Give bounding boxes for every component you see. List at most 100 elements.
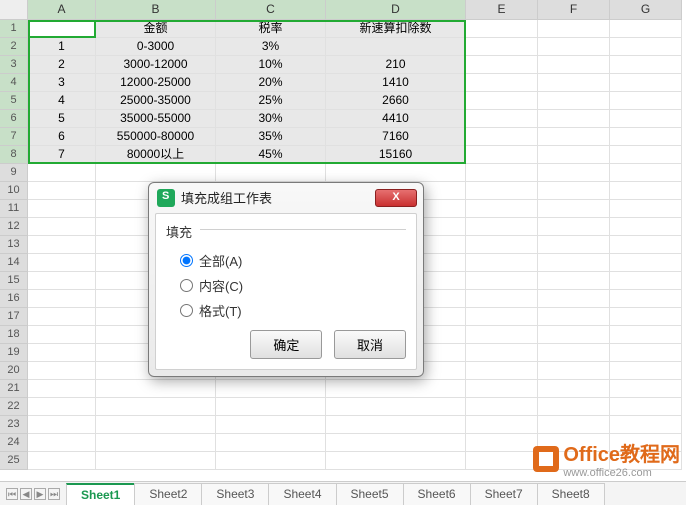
- row-header[interactable]: 2: [0, 38, 28, 56]
- row-header[interactable]: 18: [0, 326, 28, 344]
- cell[interactable]: 20%: [216, 74, 326, 92]
- cancel-button[interactable]: 取消: [334, 330, 406, 359]
- cell[interactable]: 25%: [216, 92, 326, 110]
- cell[interactable]: [466, 182, 538, 200]
- cell[interactable]: 金额: [96, 20, 216, 38]
- radio-input[interactable]: [180, 304, 193, 317]
- row-header[interactable]: 3: [0, 56, 28, 74]
- cell[interactable]: [216, 398, 326, 416]
- cell[interactable]: [610, 128, 682, 146]
- cell[interactable]: [326, 452, 466, 470]
- cell[interactable]: [538, 128, 610, 146]
- cell[interactable]: 35000-55000: [96, 110, 216, 128]
- cell[interactable]: [538, 416, 610, 434]
- cell[interactable]: [466, 254, 538, 272]
- cell[interactable]: [466, 236, 538, 254]
- cell[interactable]: [28, 182, 96, 200]
- tab-nav-button[interactable]: ▶: [34, 488, 46, 500]
- cell[interactable]: [326, 416, 466, 434]
- radio-input[interactable]: [180, 254, 193, 267]
- column-header-b[interactable]: B: [96, 0, 216, 20]
- cell[interactable]: [610, 398, 682, 416]
- cell[interactable]: [466, 398, 538, 416]
- row-header[interactable]: 1: [0, 20, 28, 38]
- cell[interactable]: 7: [28, 146, 96, 164]
- cell[interactable]: [28, 164, 96, 182]
- cell[interactable]: 6: [28, 128, 96, 146]
- cell[interactable]: 税率: [216, 20, 326, 38]
- ok-button[interactable]: 确定: [250, 330, 322, 359]
- cell[interactable]: [538, 56, 610, 74]
- cell[interactable]: [610, 254, 682, 272]
- cell[interactable]: [538, 164, 610, 182]
- cell[interactable]: [466, 326, 538, 344]
- row-header[interactable]: 17: [0, 308, 28, 326]
- cell[interactable]: [466, 416, 538, 434]
- cell[interactable]: [466, 434, 538, 452]
- cell[interactable]: [216, 164, 326, 182]
- cell[interactable]: [610, 146, 682, 164]
- cell[interactable]: 550000-80000: [96, 128, 216, 146]
- cell[interactable]: 10%: [216, 56, 326, 74]
- cell[interactable]: [28, 272, 96, 290]
- cell[interactable]: [28, 416, 96, 434]
- row-header[interactable]: 22: [0, 398, 28, 416]
- row-header[interactable]: 19: [0, 344, 28, 362]
- row-header[interactable]: 6: [0, 110, 28, 128]
- cell[interactable]: [538, 362, 610, 380]
- column-header-c[interactable]: C: [216, 0, 326, 20]
- cell[interactable]: [538, 308, 610, 326]
- sheet-tab[interactable]: Sheet8: [537, 483, 605, 505]
- cell[interactable]: [28, 308, 96, 326]
- cell[interactable]: [28, 236, 96, 254]
- cell[interactable]: [28, 218, 96, 236]
- cell[interactable]: [466, 56, 538, 74]
- cell[interactable]: [466, 272, 538, 290]
- cell[interactable]: [610, 236, 682, 254]
- cell[interactable]: [466, 92, 538, 110]
- cell[interactable]: [610, 56, 682, 74]
- cell[interactable]: [538, 92, 610, 110]
- row-header[interactable]: 23: [0, 416, 28, 434]
- radio-option[interactable]: 内容(C): [180, 276, 406, 295]
- cell[interactable]: [610, 200, 682, 218]
- cell[interactable]: [610, 38, 682, 56]
- cell[interactable]: [28, 290, 96, 308]
- cell[interactable]: [610, 92, 682, 110]
- cell[interactable]: [326, 38, 466, 56]
- sheet-tab[interactable]: Sheet7: [470, 483, 538, 505]
- cell[interactable]: [610, 74, 682, 92]
- cell[interactable]: 3%: [216, 38, 326, 56]
- cell[interactable]: [610, 272, 682, 290]
- cell[interactable]: [538, 74, 610, 92]
- row-header[interactable]: 20: [0, 362, 28, 380]
- row-header[interactable]: 11: [0, 200, 28, 218]
- cell[interactable]: [610, 290, 682, 308]
- sheet-tab[interactable]: Sheet5: [336, 483, 404, 505]
- cell[interactable]: [466, 344, 538, 362]
- cell[interactable]: [466, 128, 538, 146]
- cell[interactable]: [538, 200, 610, 218]
- cell[interactable]: [610, 326, 682, 344]
- row-header[interactable]: 8: [0, 146, 28, 164]
- tab-nav-button[interactable]: ⏮: [6, 488, 18, 500]
- cell[interactable]: [538, 290, 610, 308]
- tab-nav-button[interactable]: ⏭: [48, 488, 60, 500]
- cell[interactable]: 45%: [216, 146, 326, 164]
- cell[interactable]: 35%: [216, 128, 326, 146]
- cell[interactable]: [466, 380, 538, 398]
- cell[interactable]: [466, 74, 538, 92]
- cell[interactable]: [216, 416, 326, 434]
- cell[interactable]: 3000-12000: [96, 56, 216, 74]
- cell[interactable]: [28, 380, 96, 398]
- cell[interactable]: [326, 398, 466, 416]
- cell[interactable]: [538, 254, 610, 272]
- sheet-tab[interactable]: Sheet3: [201, 483, 269, 505]
- cell[interactable]: [610, 164, 682, 182]
- cell[interactable]: 5: [28, 110, 96, 128]
- sheet-tab[interactable]: Sheet1: [66, 483, 135, 505]
- cell[interactable]: [610, 218, 682, 236]
- cell[interactable]: 80000以上: [96, 146, 216, 164]
- select-all-corner[interactable]: [0, 0, 28, 20]
- cell[interactable]: [466, 110, 538, 128]
